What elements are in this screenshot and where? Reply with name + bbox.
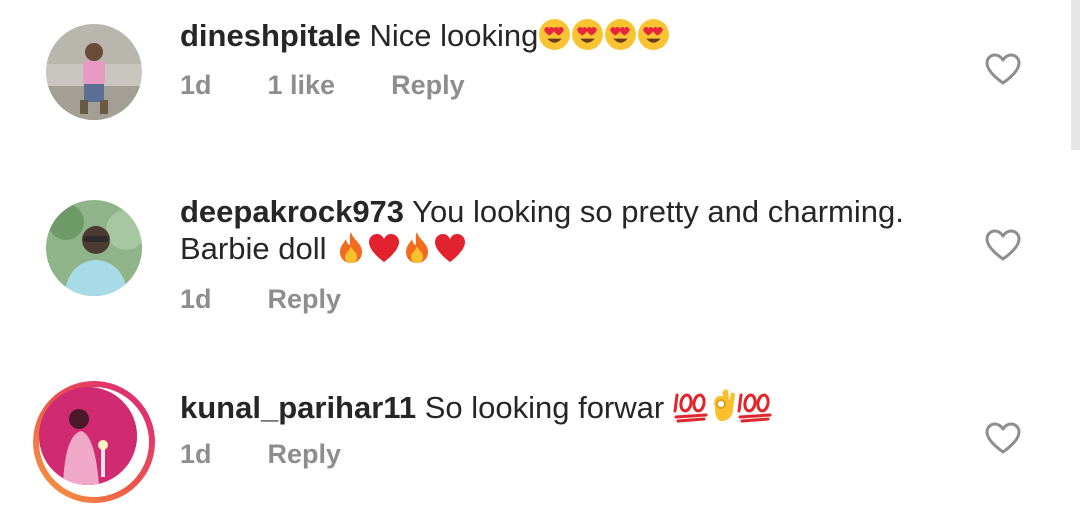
fire-emoji-icon bbox=[340, 232, 363, 263]
avatar[interactable] bbox=[46, 24, 142, 120]
fire-emoji-icon bbox=[406, 232, 429, 263]
reply-button[interactable]: Reply bbox=[391, 70, 465, 101]
heart-outline-icon[interactable] bbox=[984, 421, 1022, 455]
heart-eyes-emoji-icon bbox=[572, 19, 604, 50]
comment-meta: 1d Reply bbox=[180, 439, 397, 470]
comment-like-count[interactable]: 1 like bbox=[268, 70, 336, 101]
comment-username[interactable]: dineshpitale bbox=[180, 18, 361, 53]
hundred-emoji-icon bbox=[737, 393, 772, 423]
emoji-group bbox=[538, 18, 670, 53]
ok-hand-emoji-icon bbox=[714, 389, 735, 421]
comment-text: kunal_parihar11 So looking forwar bbox=[180, 387, 940, 426]
heart-eyes-emoji-icon bbox=[605, 19, 637, 50]
heart-eyes-emoji-icon bbox=[539, 19, 571, 50]
reply-button[interactable]: Reply bbox=[268, 284, 342, 315]
heart-eyes-emoji-icon bbox=[638, 19, 670, 50]
comment-timestamp: 1d bbox=[180, 439, 212, 469]
hundred-emoji-icon bbox=[673, 393, 708, 423]
avatar[interactable] bbox=[46, 200, 142, 296]
comment-body: Nice looking bbox=[369, 18, 539, 53]
comment-text: dineshpitale Nice looking bbox=[180, 17, 940, 54]
scrollbar[interactable] bbox=[1071, 0, 1080, 150]
emoji-group bbox=[673, 389, 773, 425]
story-ring[interactable] bbox=[33, 381, 155, 503]
comment-username[interactable]: kunal_parihar11 bbox=[180, 390, 416, 425]
comment-body: You looking so pretty and charming. bbox=[412, 194, 904, 229]
comment-meta: 1d 1 like Reply bbox=[180, 70, 521, 101]
red-heart-emoji-icon bbox=[369, 234, 400, 262]
comment-username[interactable]: deepakrock973 bbox=[180, 194, 404, 229]
heart-outline-icon[interactable] bbox=[984, 52, 1022, 86]
comment-meta: 1d Reply bbox=[180, 284, 397, 315]
comment-text: deepakrock973 You looking so pretty and … bbox=[180, 193, 940, 267]
comment-body: So looking forwar bbox=[424, 390, 665, 425]
heart-outline-icon[interactable] bbox=[984, 228, 1022, 262]
comment-timestamp: 1d bbox=[180, 70, 212, 100]
avatar[interactable] bbox=[39, 387, 137, 485]
reply-button[interactable]: Reply bbox=[268, 439, 342, 470]
comment-timestamp: 1d bbox=[180, 284, 212, 314]
comment-body-continued: Barbie doll bbox=[180, 231, 327, 266]
red-heart-emoji-icon bbox=[435, 234, 466, 262]
emoji-group bbox=[335, 231, 467, 266]
